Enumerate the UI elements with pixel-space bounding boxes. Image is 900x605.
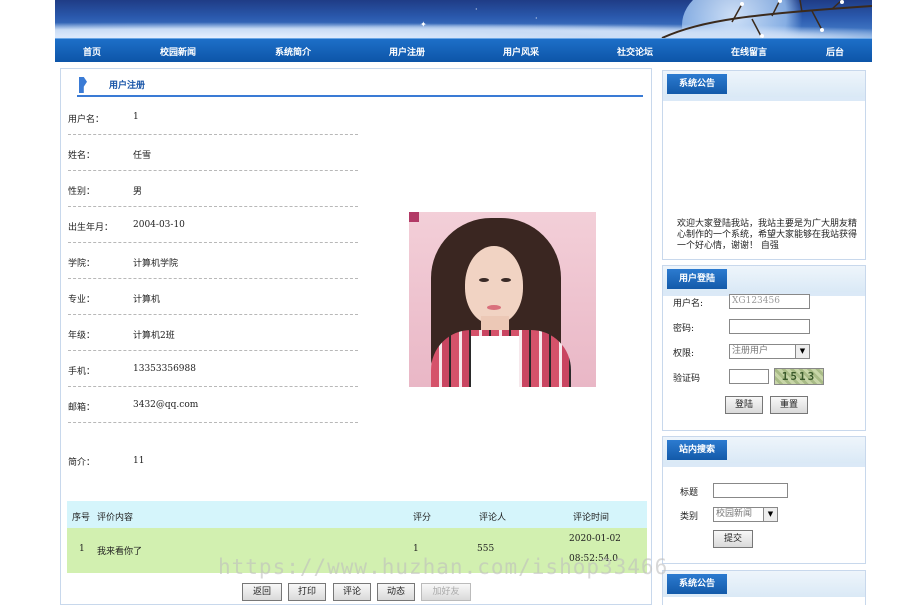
column-header: 评分 [413, 513, 432, 523]
chevron-down-icon: ▼ [763, 508, 777, 521]
field-label: 邮箱： [68, 403, 96, 413]
print-button[interactable]: 打印 [288, 583, 326, 601]
search-submit-button[interactable]: 提交 [713, 530, 753, 548]
star-icon: · [475, 5, 478, 14]
add-friend-button[interactable]: 加好友 [421, 583, 471, 601]
nav-item-users[interactable]: 用户风采 [503, 45, 539, 58]
panel-title: 用户登陆 [667, 269, 728, 289]
field-row-college: 学院： 计算机学院 [68, 251, 358, 279]
column-header: 评论人 [479, 513, 507, 523]
sidebar-search-panel: 站内搜索 标题 类别 校园新闻 ▼ 提交 [662, 436, 866, 564]
captcha-label: 验证码 [673, 374, 701, 384]
captcha-image[interactable]: 1513 [774, 368, 824, 385]
activity-button[interactable]: 动态 [377, 583, 415, 601]
bookmark-icon [79, 77, 87, 93]
main-nav: 首页 校园新闻 系统简介 用户注册 用户风采 社交论坛 在线留言 后台 [55, 38, 872, 62]
banner-branch-graphic [661, 0, 872, 38]
field-value: 1 [133, 112, 139, 122]
field-value: 2004-03-10 [133, 220, 185, 230]
panel-title: 系统公告 [667, 574, 728, 594]
field-row-major: 专业： 计算机 [68, 287, 358, 315]
table-cell: 1 [79, 544, 85, 554]
user-photo [409, 212, 596, 387]
field-row-phone: 手机： 13353356988 [68, 359, 358, 387]
table-header-row: 序号 评价内容 评分 评论人 评论时间 [67, 501, 647, 528]
username-input[interactable]: XG123456 [729, 294, 810, 309]
field-row-grade: 年级： 计算机2班 [68, 323, 358, 351]
field-label: 专业： [68, 295, 96, 305]
search-title-input[interactable] [713, 483, 788, 498]
back-button[interactable]: 返回 [242, 583, 282, 601]
main-panel-header: 用户注册 [77, 75, 643, 97]
watermark: https://www.huzhan.com/ishop33466 [218, 555, 669, 579]
password-input[interactable] [729, 319, 810, 334]
role-label: 权限: [673, 349, 695, 359]
nav-item-news[interactable]: 校园新闻 [160, 45, 196, 58]
field-value: 计算机 [133, 295, 161, 305]
nav-item-message[interactable]: 在线留言 [731, 45, 767, 58]
field-label: 手机： [68, 367, 96, 377]
table-cell-date: 2020-01-02 [569, 534, 621, 544]
page-title: 用户注册 [109, 81, 146, 91]
role-select[interactable]: 注册用户 ▼ [729, 344, 810, 359]
sidebar-notice-panel: 系统公告 欢迎大家登陆我站，我站主要是为广大朋友精心制作的一个系统，希望大家能够… [662, 70, 866, 260]
comment-button[interactable]: 评论 [333, 583, 371, 601]
star-icon: · [535, 14, 538, 23]
captcha-input[interactable] [729, 369, 769, 384]
table-cell: 555 [477, 544, 495, 554]
table-cell: 1 [413, 544, 419, 554]
field-row-email: 邮箱： 3432@qq.com [68, 395, 358, 423]
field-row-birth: 出生年月： 2004-03-10 [68, 215, 358, 243]
field-label: 性别： [68, 187, 96, 197]
nav-item-admin[interactable]: 后台 [826, 45, 844, 58]
field-label: 年级： [68, 331, 96, 341]
sidebar-login-panel: 用户登陆 用户名: XG123456 密码: 权限: 注册用户 ▼ 验证码 15… [662, 265, 866, 431]
nav-item-forum[interactable]: 社交论坛 [617, 45, 653, 58]
nav-item-home[interactable]: 首页 [83, 45, 101, 58]
field-label: 用户名： [68, 115, 105, 125]
role-select-value: 注册用户 [732, 346, 769, 356]
column-header: 评价内容 [97, 513, 134, 523]
panel-title: 系统公告 [667, 74, 728, 94]
panel-title: 站内搜索 [667, 440, 728, 460]
nav-item-about[interactable]: 系统简介 [275, 45, 311, 58]
field-value: 计算机学院 [133, 259, 179, 269]
field-value: 任雪 [133, 151, 152, 161]
category-select-value: 校园新闻 [716, 509, 753, 519]
login-button[interactable]: 登陆 [725, 396, 763, 414]
sidebar-notice2-panel: 系统公告 [662, 570, 866, 605]
field-value: 11 [133, 456, 145, 466]
password-label: 密码: [673, 324, 695, 334]
field-label: 学院： [68, 259, 96, 269]
search-category-select[interactable]: 校园新闻 ▼ [713, 507, 778, 522]
username-label: 用户名: [673, 299, 704, 309]
header-banner: ✦ · · [55, 0, 872, 38]
nav-item-register[interactable]: 用户注册 [389, 45, 425, 58]
search-title-label: 标题 [680, 488, 699, 498]
reset-button[interactable]: 重置 [770, 396, 808, 414]
main-panel: 用户注册 用户名： 1 姓名： 任雪 性别： 男 出生年月： 2004-03-1… [60, 68, 652, 605]
chevron-down-icon: ▼ [795, 345, 809, 358]
field-row-intro: 简介： 11 [68, 435, 358, 493]
field-row-gender: 性别： 男 [68, 179, 358, 207]
field-row-username: 用户名： 1 [68, 107, 358, 135]
field-row-name: 姓名： 任雪 [68, 143, 358, 171]
column-header: 评论时间 [573, 513, 610, 523]
photo-corner-mark [409, 212, 419, 222]
notice-text: 欢迎大家登陆我站，我站主要是为广大朋友精心制作的一个系统，希望大家能够在我站获得… [677, 219, 858, 251]
field-value: 男 [133, 187, 143, 197]
field-label: 姓名： [68, 151, 96, 161]
search-category-label: 类别 [680, 512, 699, 522]
star-icon: ✦ [420, 20, 427, 29]
column-header: 序号 [72, 513, 91, 523]
field-value: 13353356988 [133, 364, 196, 374]
table-cell: 我来看你了 [97, 547, 143, 557]
field-value: 计算机2班 [133, 331, 175, 341]
field-label: 出生年月： [68, 223, 114, 233]
field-value: 3432@qq.com [133, 400, 199, 410]
field-label: 简介： [68, 458, 96, 468]
